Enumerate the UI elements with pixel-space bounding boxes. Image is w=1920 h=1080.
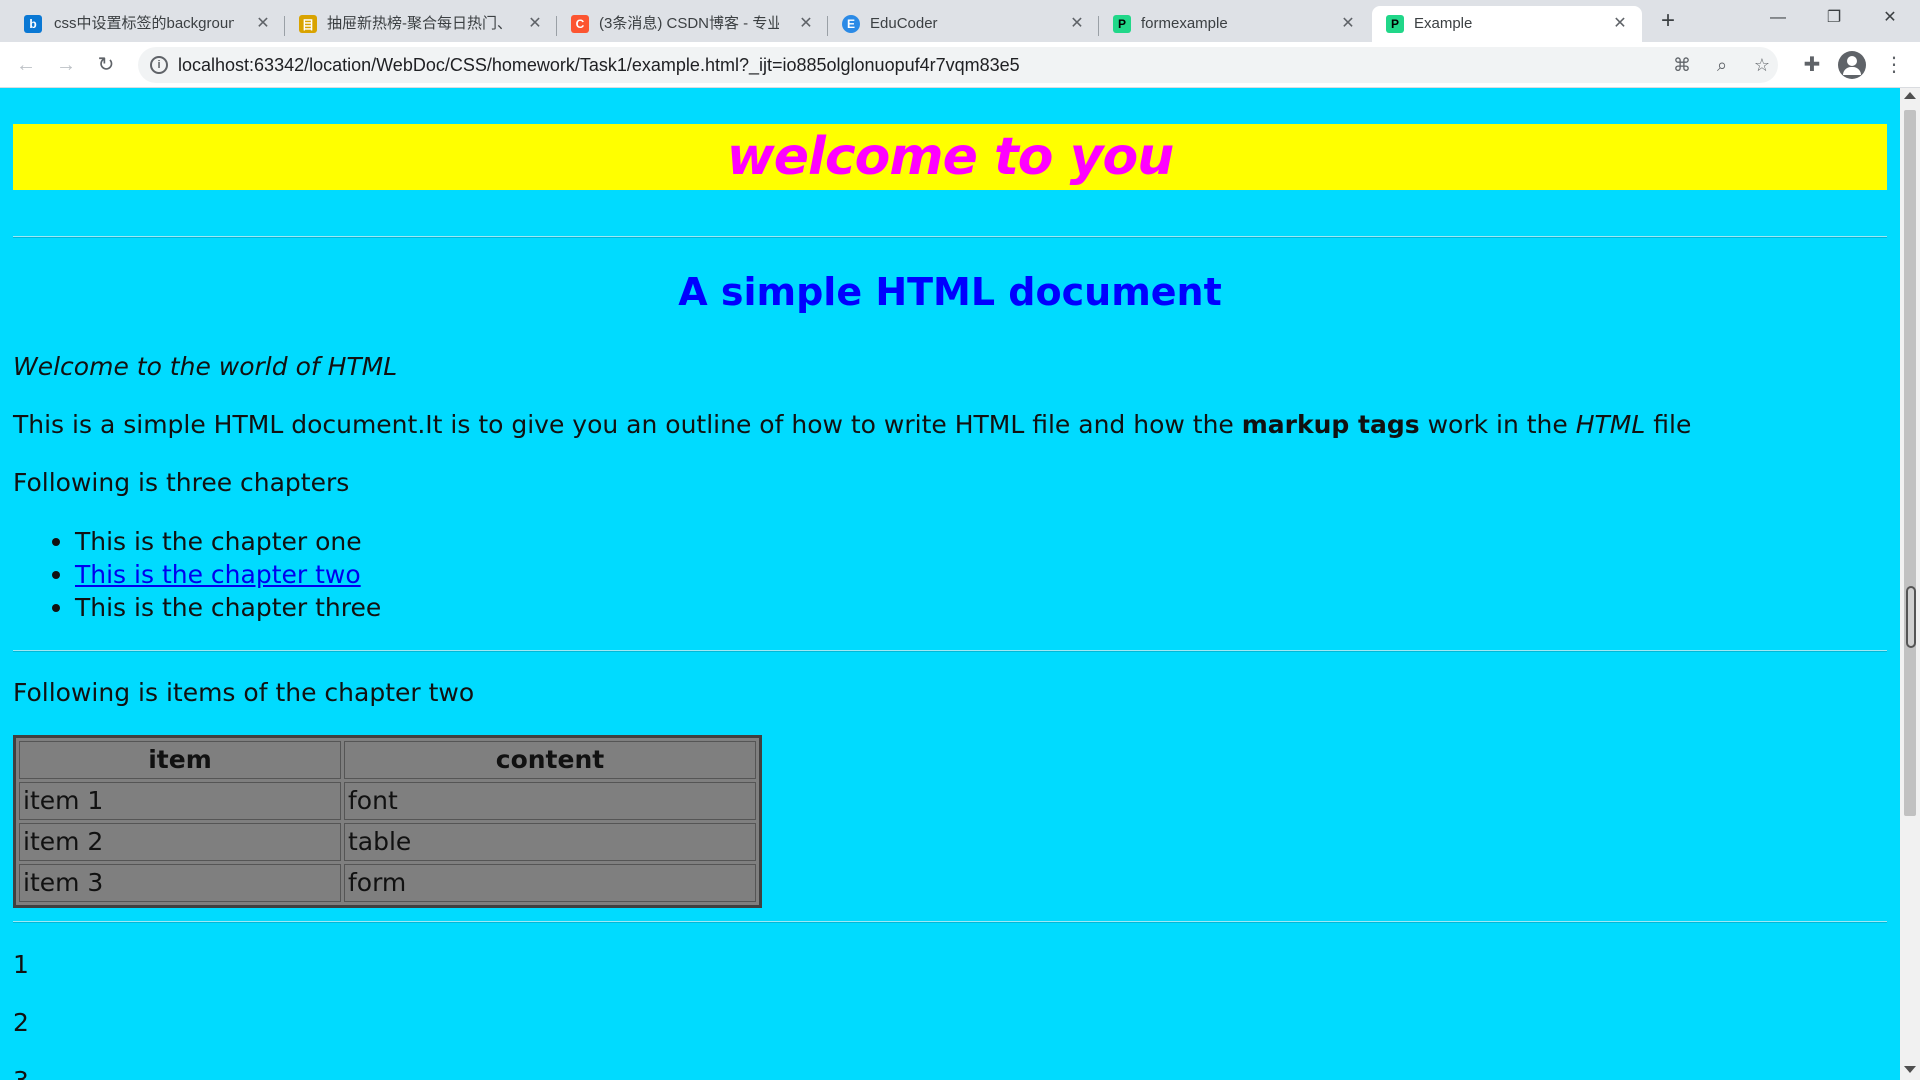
table-row: item 2 table xyxy=(19,823,756,861)
browser-tab[interactable]: 目 抽屉新热榜-聚合每日热门、 ✕ xyxy=(285,6,557,42)
number-paragraph: 3 xyxy=(13,1066,29,1080)
table-header-row: item content xyxy=(19,741,756,779)
restore-icon[interactable]: ❐ xyxy=(1806,0,1862,36)
chapter-list: This is the chapter one This is the chap… xyxy=(48,525,381,624)
paragraph-text: file xyxy=(1645,410,1692,439)
csdn-icon: C xyxy=(571,15,589,33)
forward-icon[interactable]: → xyxy=(52,51,80,79)
tab-title: 抽屉新热榜-聚合每日热门、 xyxy=(327,15,507,32)
table-cell: font xyxy=(344,782,756,820)
items-intro-text: Following is items of the chapter two xyxy=(13,678,475,707)
chouti-icon: 目 xyxy=(299,15,317,33)
intro-paragraph: This is a simple HTML document.It is to … xyxy=(13,410,1691,440)
close-icon[interactable]: ✕ xyxy=(796,14,816,34)
page-viewport: welcome to you A simple HTML document We… xyxy=(0,88,1900,1080)
table-cell: item 2 xyxy=(19,823,341,861)
table-cell: form xyxy=(344,864,756,902)
close-window-icon[interactable]: ✕ xyxy=(1862,0,1918,36)
intro-italic-text: Welcome to the world of HTML xyxy=(13,352,398,381)
browser-tab[interactable]: b css中设置标签的backgroun ✕ xyxy=(0,6,285,42)
scroll-up-arrow-icon[interactable] xyxy=(1904,92,1916,99)
tab-title: EduCoder xyxy=(870,15,938,32)
paragraph-italic-text: HTML xyxy=(1575,410,1646,439)
vertical-scrollbar[interactable] xyxy=(1900,88,1920,1080)
chapters-intro-text: Following is three chapters xyxy=(13,468,350,497)
horizontal-rule xyxy=(13,921,1887,923)
tab-title: css中设置标签的backgroun xyxy=(54,15,234,32)
menu-kebab-icon[interactable]: ⋮ xyxy=(1880,51,1908,79)
profile-avatar-icon[interactable] xyxy=(1838,51,1866,79)
items-table: item content item 1 font item 2 table it… xyxy=(13,735,762,908)
close-icon[interactable]: ✕ xyxy=(253,14,273,34)
number-paragraph: 1 xyxy=(13,950,29,979)
reload-icon[interactable]: ↻ xyxy=(92,51,120,79)
close-icon[interactable]: ✕ xyxy=(525,14,545,34)
table-header-cell: content xyxy=(344,741,756,779)
list-item[interactable]: This is the chapter two xyxy=(48,558,381,591)
browser-tab-active[interactable]: P Example ✕ xyxy=(1372,6,1642,42)
paragraph-text: This is a simple HTML document.It is to … xyxy=(13,410,1242,439)
close-icon[interactable]: ✕ xyxy=(1067,14,1087,34)
horizontal-rule xyxy=(13,236,1887,238)
close-icon[interactable]: ✕ xyxy=(1610,14,1630,34)
pycharm-icon: P xyxy=(1386,15,1404,33)
number-paragraph: 2 xyxy=(13,1008,29,1037)
table-cell: item 1 xyxy=(19,782,341,820)
table-row: item 1 font xyxy=(19,782,756,820)
browser-tab[interactable]: C (3条消息) CSDN博客 - 专业 ✕ xyxy=(557,6,828,42)
chapter-one-text: This is the chapter one xyxy=(75,527,362,556)
tab-title: (3条消息) CSDN博客 - 专业 xyxy=(599,15,779,32)
zoom-icon[interactable]: ⌕ xyxy=(1710,53,1734,77)
chapter-three-text: This is the chapter three xyxy=(75,593,382,622)
banner-text: welcome to you xyxy=(726,127,1175,187)
table-cell: item 3 xyxy=(19,864,341,902)
tab-strip: b css中设置标签的backgroun ✕ 目 抽屉新热榜-聚合每日热门、 ✕… xyxy=(0,0,1920,42)
page-heading: A simple HTML document xyxy=(678,270,1222,314)
extensions-icon[interactable]: ✚ xyxy=(1798,51,1826,79)
address-bar[interactable]: i localhost:63342/location/WebDoc/CSS/ho… xyxy=(138,47,1778,83)
scroll-handle-overlay[interactable] xyxy=(1906,586,1916,648)
list-item: This is the chapter one xyxy=(48,525,381,558)
table-row: item 3 form xyxy=(19,864,756,902)
scroll-down-arrow-icon[interactable] xyxy=(1904,1066,1916,1073)
bookmark-star-icon[interactable]: ☆ xyxy=(1750,53,1774,77)
new-tab-icon[interactable]: + xyxy=(1652,8,1684,36)
table-cell: table xyxy=(344,823,756,861)
tab-title: formexample xyxy=(1141,15,1228,32)
horizontal-rule xyxy=(13,650,1887,652)
bing-icon: b xyxy=(24,15,42,33)
educoder-icon: E xyxy=(842,15,860,33)
translate-icon[interactable]: ⌘ xyxy=(1670,53,1694,77)
url-text[interactable]: localhost:63342/location/WebDoc/CSS/home… xyxy=(178,55,1020,75)
browser-toolbar: ← → ↻ i localhost:63342/location/WebDoc/… xyxy=(0,42,1920,88)
list-item: This is the chapter three xyxy=(48,591,381,624)
scrollbar-thumb[interactable] xyxy=(1904,110,1916,816)
close-icon[interactable]: ✕ xyxy=(1338,14,1358,34)
info-icon[interactable]: i xyxy=(150,56,168,74)
tab-title: Example xyxy=(1414,15,1473,32)
welcome-banner: welcome to you xyxy=(13,124,1887,190)
chapter-two-link[interactable]: This is the chapter two xyxy=(75,560,361,589)
back-icon[interactable]: ← xyxy=(12,51,40,79)
table-header-cell: item xyxy=(19,741,341,779)
paragraph-bold-text: markup tags xyxy=(1241,410,1420,439)
minimize-icon[interactable]: — xyxy=(1750,0,1806,36)
browser-tab[interactable]: E EduCoder ✕ xyxy=(828,6,1099,42)
browser-tab[interactable]: P formexample ✕ xyxy=(1099,6,1370,42)
pycharm-icon: P xyxy=(1113,15,1131,33)
paragraph-text: work in the xyxy=(1419,410,1576,439)
